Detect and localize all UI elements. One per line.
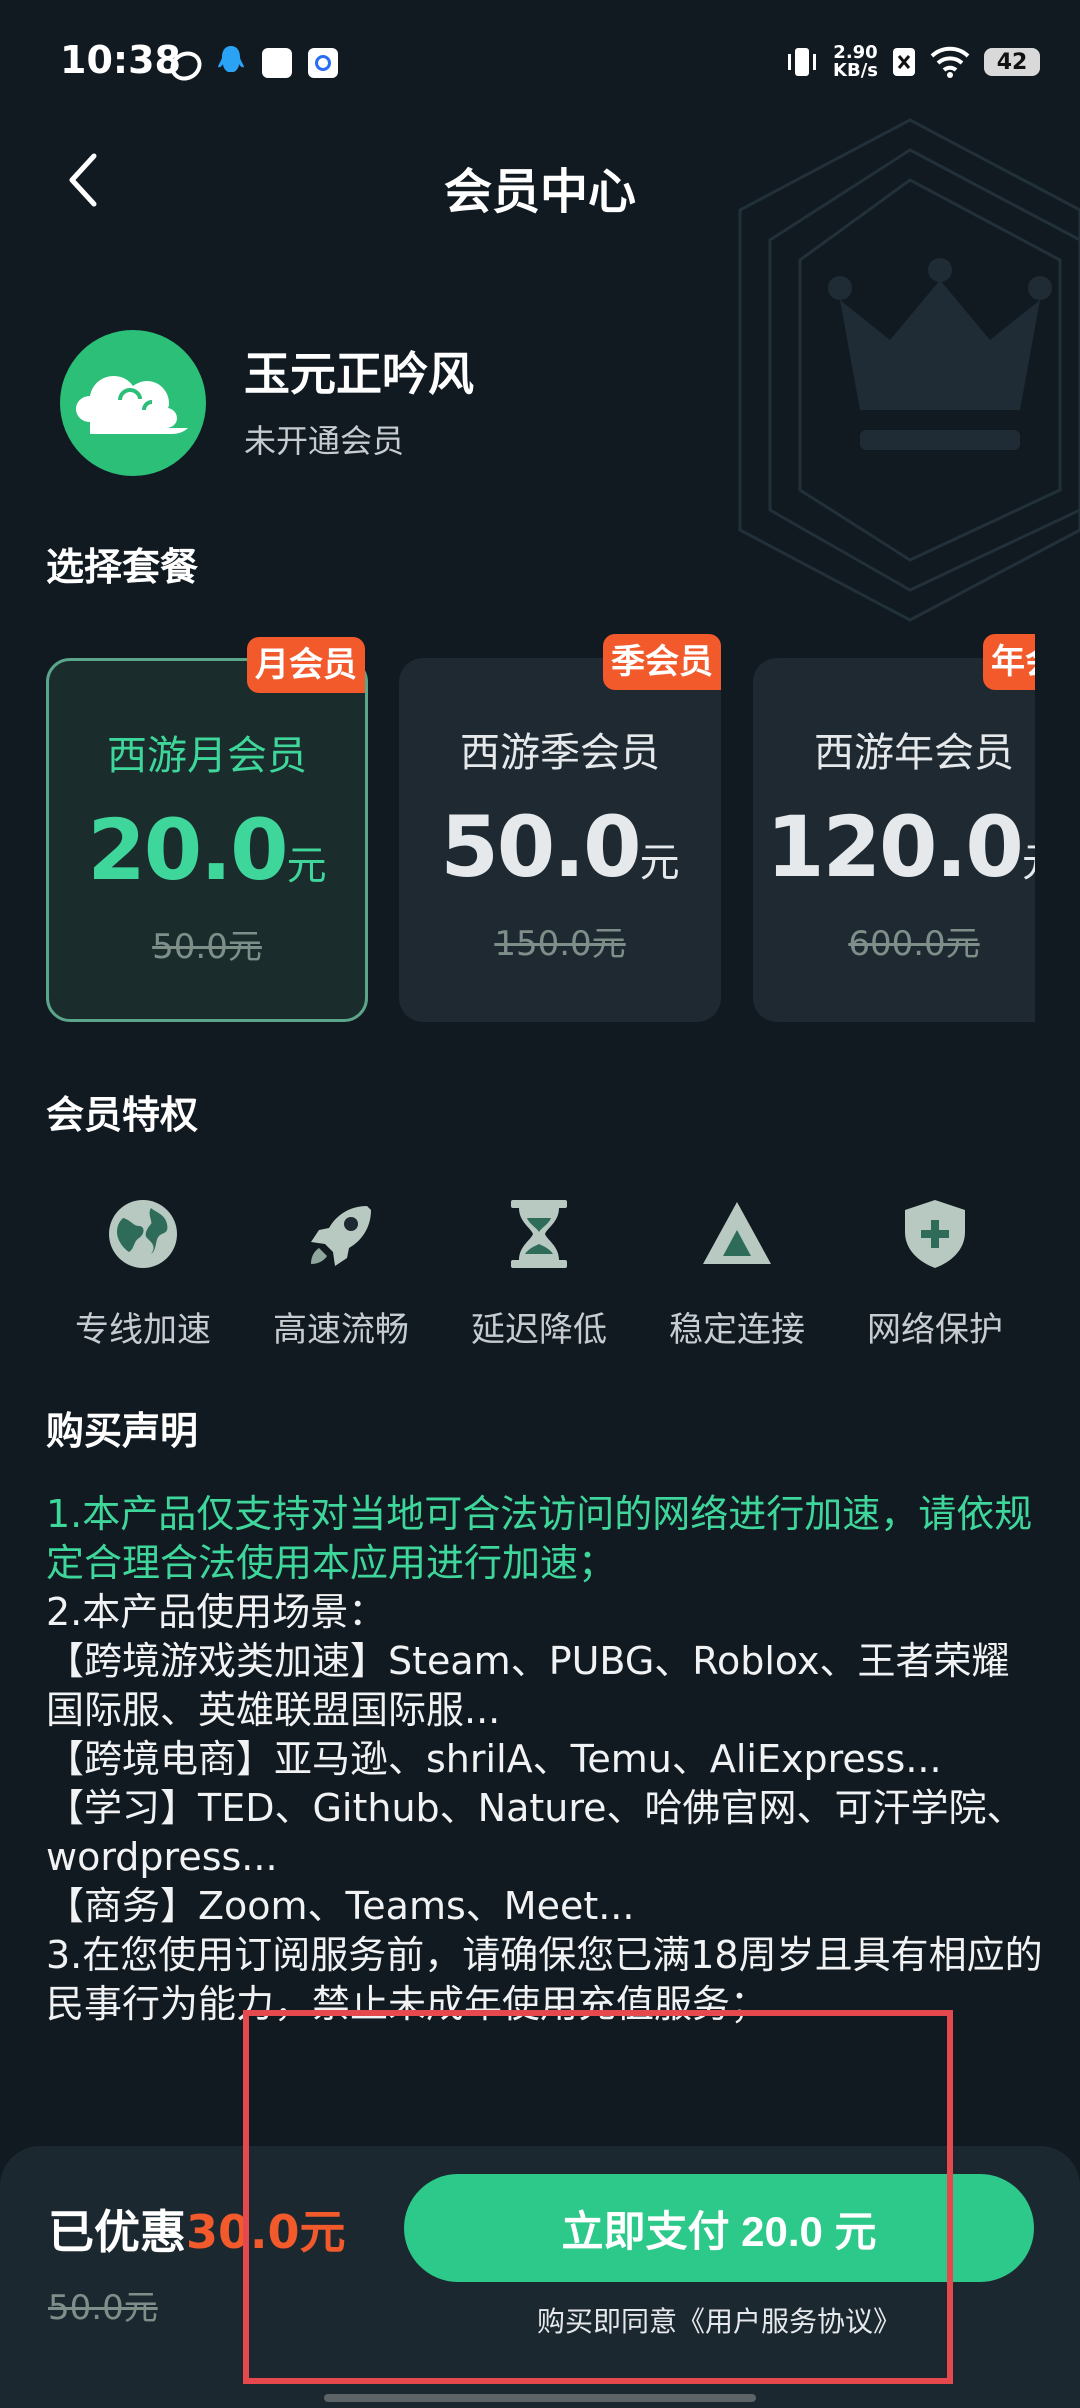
message-app-icon	[262, 48, 292, 78]
plan-price-unit: 元	[1022, 840, 1035, 886]
plans-section-title: 选择套餐	[46, 545, 199, 589]
page-title: 会员中心	[443, 164, 636, 220]
declaration-line: 1.本产品仅支持对当地可合法访问的网络进行加速，请依规定合理合法使用本应用进行加…	[46, 1492, 1033, 1585]
qq-icon	[218, 46, 244, 72]
privilege-item: 延迟降低	[454, 1194, 624, 1351]
declaration-title: 购买声明	[46, 1409, 199, 1453]
username: 玉元正吟风	[244, 347, 474, 401]
network-speed: 2.90 KB/s	[833, 44, 878, 80]
plan-original-price: 150.0元	[494, 924, 626, 964]
plan-price-value: 120.0	[766, 798, 1024, 896]
privilege-label: 专线加速	[75, 1310, 211, 1350]
original-total: 50.0元	[48, 2288, 158, 2328]
plan-badge: 年会员	[983, 634, 1035, 690]
plan-name: 西游月会员	[107, 733, 307, 779]
privilege-label: 延迟降低	[471, 1310, 607, 1350]
privilege-item: 高速流畅	[256, 1194, 426, 1351]
plan-price: 50.0元	[399, 798, 721, 896]
status-right: 2.90 KB/s 42	[785, 42, 1040, 82]
declaration-line: 2.本产品使用场景：	[46, 1590, 387, 1634]
battery-indicator: 42	[984, 48, 1040, 76]
privilege-item: 稳定连接	[652, 1194, 822, 1351]
wifi-icon	[930, 46, 970, 78]
no-sim-icon	[893, 48, 915, 76]
rocket-icon	[311, 1206, 371, 1266]
home-indicator[interactable]	[324, 2394, 756, 2402]
declaration-text: 1.本产品仅支持对当地可合法访问的网络进行加速，请依规定合理合法使用本应用进行加…	[46, 1490, 1046, 2029]
plan-card-monthly[interactable]: 月会员 西游月会员 20.0元 50.0元	[46, 637, 368, 1022]
privilege-label: 稳定连接	[669, 1310, 805, 1350]
plan-price: 20.0元	[49, 801, 365, 899]
shield-plus-icon	[905, 1200, 965, 1268]
plan-badge: 季会员	[603, 634, 721, 690]
declaration-line: 【学习】TED、Github、Nature、哈佛官网、可汗学院、wordpres…	[46, 1786, 1025, 1879]
plan-badge: 月会员	[247, 637, 365, 693]
plan-price-value: 50.0	[440, 798, 641, 896]
plan-card-quarterly[interactable]: 季会员 西游季会员 50.0元 150.0元	[399, 634, 721, 1022]
browser-app-icon	[308, 48, 338, 78]
plan-price-value: 20.0	[87, 801, 288, 899]
plan-price: 120.0元	[753, 798, 1035, 896]
privilege-label: 高速流畅	[273, 1310, 409, 1350]
declaration-line: 【商务】Zoom、Teams、Meet...	[46, 1884, 635, 1928]
plan-price-unit: 元	[639, 840, 680, 886]
globe-icon	[109, 1200, 177, 1268]
privileges-section-title: 会员特权	[46, 1093, 199, 1137]
plan-name: 西游年会员	[814, 730, 1014, 776]
plan-card-yearly[interactable]: 年会员 西游年会员 120.0元 600.0元	[753, 634, 1035, 1022]
plan-price-unit: 元	[286, 843, 327, 889]
avatar[interactable]	[60, 330, 206, 476]
declaration-line: 【跨境游戏类加速】Steam、PUBG、Roblox、王者荣耀国际服、英雄联盟国…	[46, 1639, 1010, 1732]
status-time: 10:38	[60, 38, 181, 82]
privilege-item: 网络保护	[850, 1194, 1020, 1351]
plan-original-price: 50.0元	[152, 927, 262, 967]
privilege-item: 专线加速	[58, 1194, 228, 1351]
declaration-line: 【跨境电商】亚马逊、shrilA、Temu、AliExpress...	[46, 1737, 942, 1781]
plan-original-price: 600.0元	[848, 924, 980, 964]
membership-status: 未开通会员	[244, 422, 405, 460]
privilege-label: 网络保护	[867, 1310, 1003, 1350]
vibrate-icon	[788, 48, 817, 76]
discount-label: 已优惠	[48, 2205, 186, 2259]
hourglass-icon	[511, 1200, 567, 1268]
plan-name: 西游季会员	[460, 730, 660, 776]
cloud-logo-icon	[76, 376, 188, 434]
highlight-annotation	[243, 2010, 953, 2384]
plan-scroll-edge: 年会员 西游年会员 120.0元 600.0元	[753, 620, 1035, 1040]
triangle-icon	[703, 1202, 771, 1264]
network-speed-unit: KB/s	[833, 60, 878, 81]
